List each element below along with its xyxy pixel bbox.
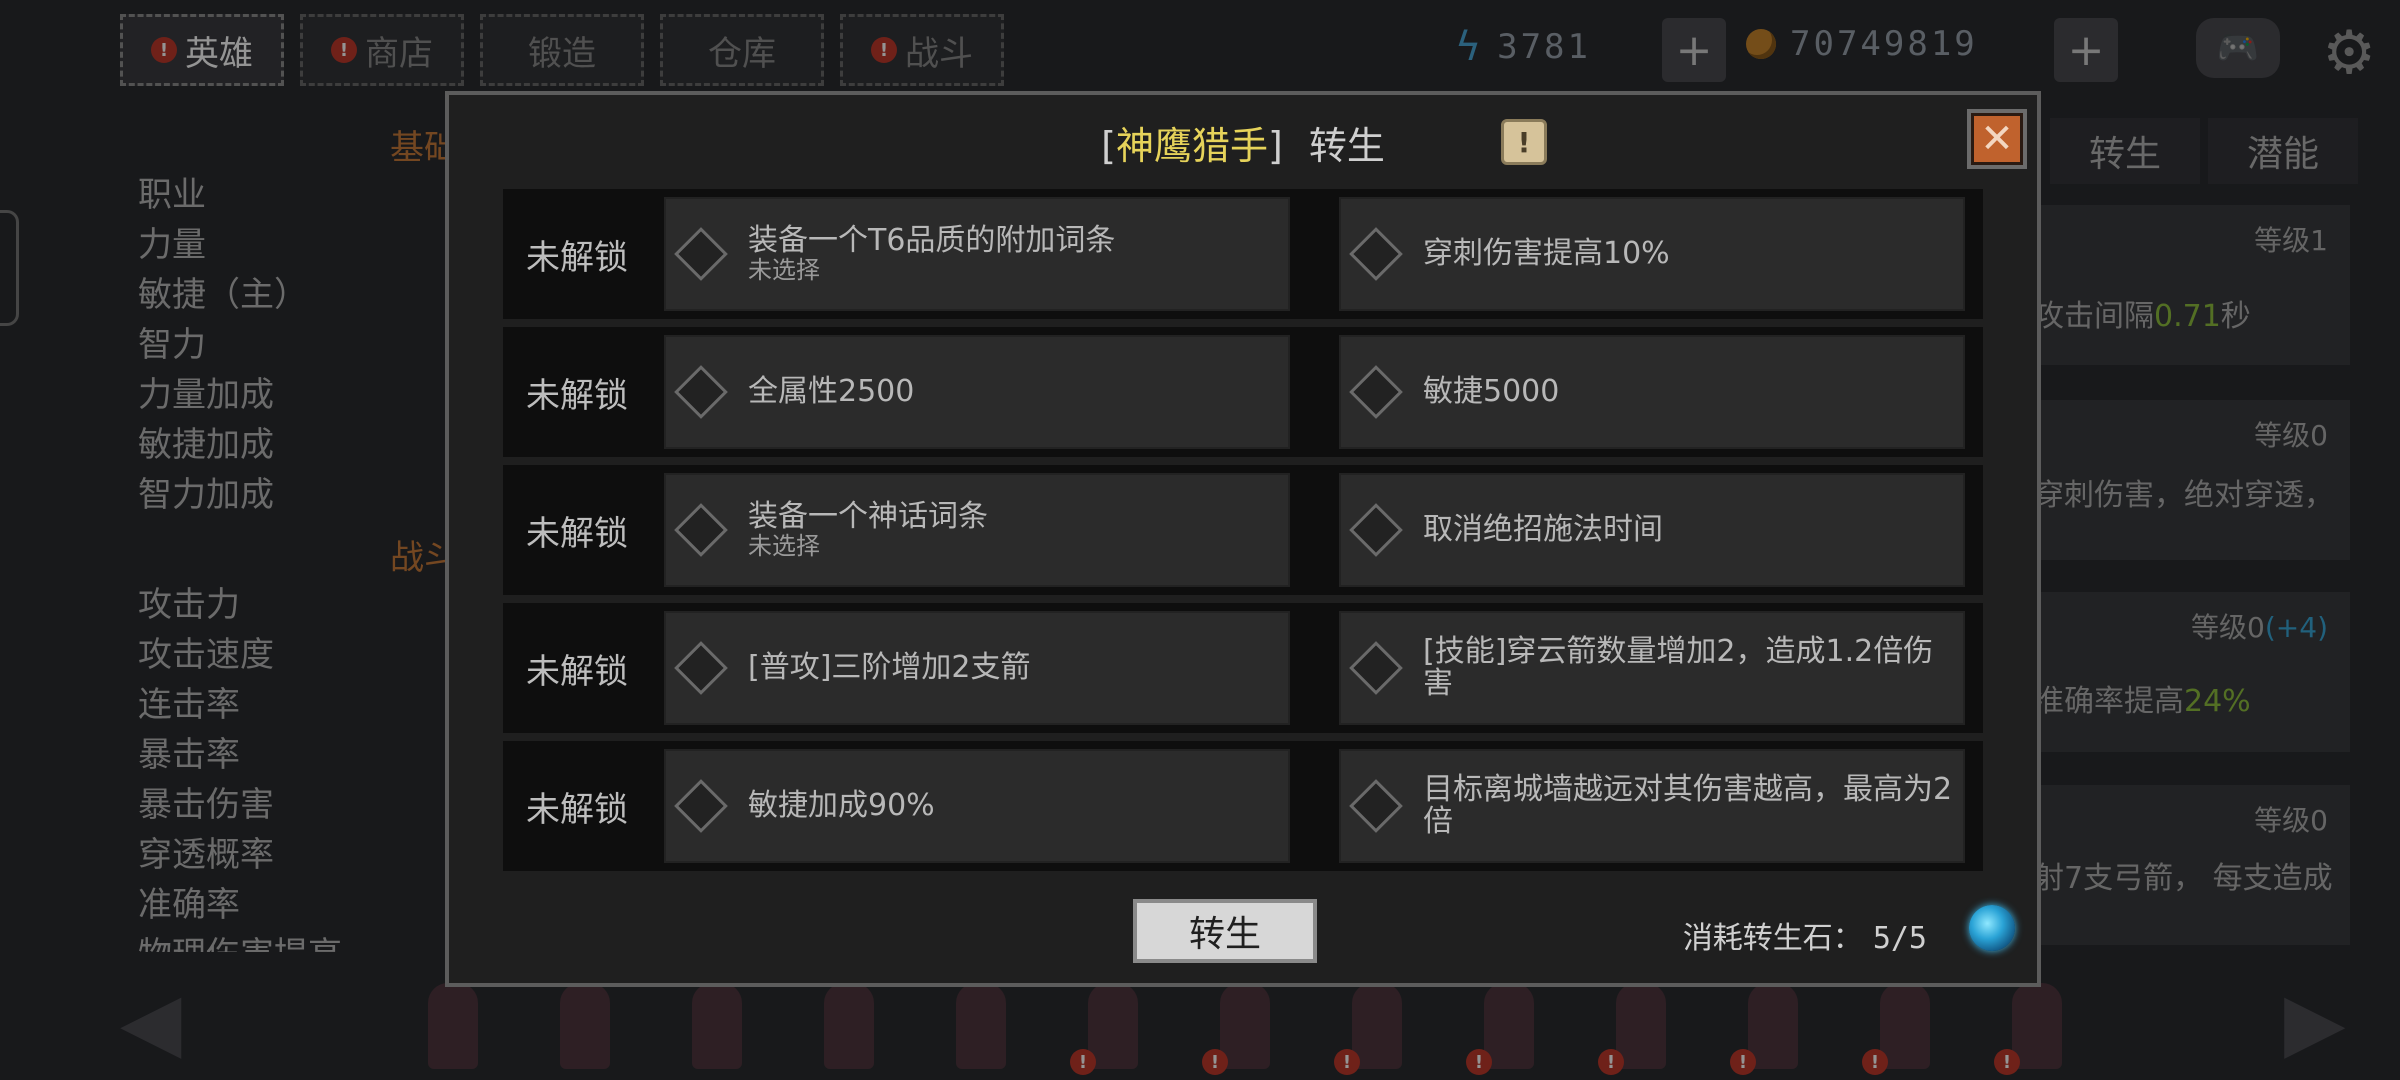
requirement-option[interactable]: 装备一个神话词条 未选择	[664, 473, 1290, 587]
dialog-title: [神鹰猎手] 转生	[1101, 124, 1385, 168]
option-subtext: 未选择	[748, 256, 820, 284]
rebirth-row: 未解锁 装备一个神话词条 未选择 取消绝招施法时间	[503, 465, 1983, 595]
diamond-icon	[1349, 365, 1403, 419]
diamond-icon	[674, 641, 728, 695]
option-subtext: 未选择	[748, 532, 820, 560]
rebirth-button[interactable]: 转生	[1133, 899, 1317, 963]
row-status: 未解锁	[526, 513, 628, 554]
row-status: 未解锁	[526, 789, 628, 830]
row-status: 未解锁	[526, 375, 628, 416]
option-text: 敏捷5000	[1423, 374, 1560, 409]
reward-option[interactable]: 穿刺伤害提高10%	[1339, 197, 1965, 311]
row-status: 未解锁	[526, 237, 628, 278]
requirement-option[interactable]: [普攻]三阶增加2支箭	[664, 611, 1290, 725]
option-text: 装备一个神话词条	[748, 499, 988, 534]
rebirth-row: 未解锁 全属性2500 敏捷5000	[503, 327, 1983, 457]
diamond-icon	[1349, 227, 1403, 281]
option-text: [技能]穿云箭数量增加2，造成1.2倍伤害	[1423, 634, 1934, 701]
requirement-option[interactable]: 装备一个T6品质的附加词条 未选择	[664, 197, 1290, 311]
option-text: 装备一个T6品质的附加词条	[748, 223, 1116, 258]
diamond-icon	[674, 779, 728, 833]
rebirth-row: 未解锁 敏捷加成90% 目标离城墙越远对其伤害越高，最高为2倍	[503, 741, 1983, 871]
option-text: 目标离城墙越远对其伤害越高，最高为2倍	[1423, 772, 1953, 839]
info-button[interactable]: !	[1501, 119, 1547, 165]
rebirth-rows: 未解锁 装备一个T6品质的附加词条 未选择 穿刺伤害提高10% 未解锁 全属性2…	[503, 189, 1983, 879]
option-text: 全属性2500	[748, 374, 915, 409]
diamond-icon	[1349, 641, 1403, 695]
rebirth-row: 未解锁 装备一个T6品质的附加词条 未选择 穿刺伤害提高10%	[503, 189, 1983, 319]
rebirth-stone-icon	[1969, 905, 2015, 951]
reward-option[interactable]: [技能]穿云箭数量增加2，造成1.2倍伤害	[1339, 611, 1965, 725]
rebirth-cost: 消耗转生石： 5/5	[1683, 913, 1927, 957]
option-text: 敏捷加成90%	[748, 788, 935, 823]
reward-option[interactable]: 目标离城墙越远对其伤害越高，最高为2倍	[1339, 749, 1965, 863]
diamond-icon	[1349, 503, 1403, 557]
row-status: 未解锁	[526, 651, 628, 692]
requirement-option[interactable]: 全属性2500	[664, 335, 1290, 449]
rebirth-row: 未解锁 [普攻]三阶增加2支箭 [技能]穿云箭数量增加2，造成1.2倍伤害	[503, 603, 1983, 733]
hero-name: 神鹰猎手	[1115, 124, 1268, 168]
option-text: [普攻]三阶增加2支箭	[748, 650, 1031, 685]
requirement-option[interactable]: 敏捷加成90%	[664, 749, 1290, 863]
reward-option[interactable]: 取消绝招施法时间	[1339, 473, 1965, 587]
diamond-icon	[1349, 779, 1403, 833]
diamond-icon	[674, 365, 728, 419]
reward-option[interactable]: 敏捷5000	[1339, 335, 1965, 449]
rebirth-dialog: [神鹰猎手] 转生 ! ✕ 未解锁 装备一个T6品质的附加词条 未选择 穿刺伤害提…	[445, 91, 2041, 987]
cost-label: 消耗转生石：	[1682, 921, 1863, 956]
option-text: 穿刺伤害提高10%	[1423, 236, 1670, 271]
cost-value: 5/5	[1872, 921, 1927, 956]
diamond-icon	[674, 503, 728, 557]
close-icon[interactable]: ✕	[1967, 109, 2027, 169]
option-text: 取消绝招施法时间	[1423, 512, 1663, 547]
diamond-icon	[674, 227, 728, 281]
